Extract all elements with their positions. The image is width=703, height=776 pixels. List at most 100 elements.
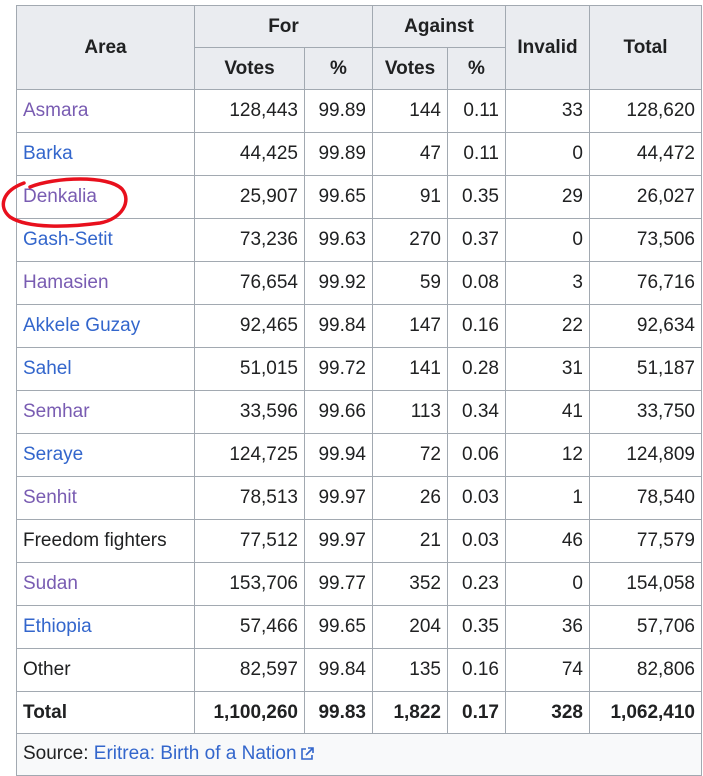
area-name[interactable]: Ethiopia <box>23 616 92 637</box>
area-name[interactable]: Barka <box>23 143 73 164</box>
area-name[interactable]: Senhit <box>23 487 77 508</box>
source-link[interactable]: Eritrea: Birth of a Nation <box>94 743 297 764</box>
table-row: Denkalia 25,907 99.65 91 0.35 29 26,027 <box>16 175 702 219</box>
total-cell: 73,506 <box>589 218 702 262</box>
against-votes-cell: 204 <box>372 605 448 649</box>
area-cell: Semhar <box>16 390 195 434</box>
against-votes-cell: 144 <box>372 89 448 133</box>
source-cell: Source: Eritrea: Birth of a Nation <box>16 733 702 776</box>
table-row: Other 82,597 99.84 135 0.16 74 82,806 <box>16 648 702 692</box>
for-pct-cell: 99.89 <box>304 132 373 176</box>
area-name[interactable]: Seraye <box>23 444 83 465</box>
for-pct-cell: 99.72 <box>304 347 373 391</box>
area-cell: Gash-Setit <box>16 218 195 262</box>
totals-against-pct: 0.17 <box>447 691 506 734</box>
totals-row: Total 1,100,260 99.83 1,822 0.17 328 1,0… <box>16 691 702 734</box>
area-name[interactable]: Asmara <box>23 100 88 121</box>
header-area: Area <box>16 5 195 90</box>
against-pct-cell: 0.28 <box>447 347 506 391</box>
for-votes-cell: 51,015 <box>194 347 305 391</box>
against-pct-cell: 0.16 <box>447 648 506 692</box>
header-for: For <box>194 5 373 48</box>
total-cell: 92,634 <box>589 304 702 348</box>
area-cell: Seraye <box>16 433 195 477</box>
against-votes-cell: 72 <box>372 433 448 477</box>
table-row: Akkele Guzay 92,465 99.84 147 0.16 22 92,634 <box>16 304 702 348</box>
area-cell: Asmara <box>16 89 195 133</box>
against-pct-cell: 0.16 <box>447 304 506 348</box>
for-votes-cell: 44,425 <box>194 132 305 176</box>
total-cell: 57,706 <box>589 605 702 649</box>
for-votes-cell: 73,236 <box>194 218 305 262</box>
external-link-icon <box>300 745 314 767</box>
area-name[interactable]: Hamasien <box>23 272 109 293</box>
invalid-cell: 12 <box>505 433 590 477</box>
for-votes-cell: 124,725 <box>194 433 305 477</box>
area-cell: Denkalia <box>16 175 195 219</box>
invalid-cell: 31 <box>505 347 590 391</box>
for-pct-cell: 99.84 <box>304 648 373 692</box>
against-votes-cell: 352 <box>372 562 448 606</box>
for-votes-cell: 25,907 <box>194 175 305 219</box>
against-votes-cell: 26 <box>372 476 448 520</box>
totals-total: 1,062,410 <box>589 691 702 734</box>
total-cell: 33,750 <box>589 390 702 434</box>
against-votes-cell: 113 <box>372 390 448 434</box>
invalid-cell: 1 <box>505 476 590 520</box>
against-votes-cell: 47 <box>372 132 448 176</box>
for-pct-cell: 99.89 <box>304 89 373 133</box>
totals-against-votes: 1,822 <box>372 691 448 734</box>
area-name: Other <box>23 659 71 680</box>
total-cell: 26,027 <box>589 175 702 219</box>
for-pct-cell: 99.77 <box>304 562 373 606</box>
for-pct-cell: 99.63 <box>304 218 373 262</box>
area-name[interactable]: Akkele Guzay <box>23 315 140 336</box>
header-invalid: Invalid <box>505 5 590 90</box>
area-cell: Other <box>16 648 195 692</box>
for-votes-cell: 57,466 <box>194 605 305 649</box>
against-pct-cell: 0.37 <box>447 218 506 262</box>
total-cell: 128,620 <box>589 89 702 133</box>
invalid-cell: 22 <box>505 304 590 348</box>
invalid-cell: 41 <box>505 390 590 434</box>
area-name[interactable]: Sahel <box>23 358 72 379</box>
total-cell: 124,809 <box>589 433 702 477</box>
against-pct-cell: 0.03 <box>447 476 506 520</box>
table-row: Sudan 153,706 99.77 352 0.23 0 154,058 <box>16 562 702 606</box>
area-name[interactable]: Semhar <box>23 401 90 422</box>
invalid-cell: 46 <box>505 519 590 563</box>
header-for-pct: % <box>304 47 373 90</box>
area-cell: Ethiopia <box>16 605 195 649</box>
against-pct-cell: 0.03 <box>447 519 506 563</box>
total-cell: 154,058 <box>589 562 702 606</box>
for-votes-cell: 76,654 <box>194 261 305 305</box>
against-pct-cell: 0.08 <box>447 261 506 305</box>
source-label: Source: <box>23 742 94 764</box>
invalid-cell: 0 <box>505 562 590 606</box>
area-name[interactable]: Gash-Setit <box>23 229 113 250</box>
for-pct-cell: 99.92 <box>304 261 373 305</box>
against-pct-cell: 0.11 <box>447 89 506 133</box>
for-pct-cell: 99.65 <box>304 175 373 219</box>
table-row: Semhar 33,596 99.66 113 0.34 41 33,750 <box>16 390 702 434</box>
total-cell: 51,187 <box>589 347 702 391</box>
area-name[interactable]: Denkalia <box>23 186 97 207</box>
invalid-cell: 0 <box>505 218 590 262</box>
for-votes-cell: 33,596 <box>194 390 305 434</box>
for-pct-cell: 99.84 <box>304 304 373 348</box>
against-pct-cell: 0.35 <box>447 175 506 219</box>
table-row: Asmara 128,443 99.89 144 0.11 33 128,620 <box>16 89 702 133</box>
totals-for-pct: 99.83 <box>304 691 373 734</box>
invalid-cell: 0 <box>505 132 590 176</box>
against-votes-cell: 21 <box>372 519 448 563</box>
area-cell: Senhit <box>16 476 195 520</box>
area-name: Freedom fighters <box>23 530 167 551</box>
for-votes-cell: 153,706 <box>194 562 305 606</box>
against-pct-cell: 0.06 <box>447 433 506 477</box>
total-cell: 44,472 <box>589 132 702 176</box>
area-cell: Sudan <box>16 562 195 606</box>
for-pct-cell: 99.97 <box>304 476 373 520</box>
area-name[interactable]: Sudan <box>23 573 78 594</box>
totals-label: Total <box>16 691 195 734</box>
source-row: Source: Eritrea: Birth of a Nation <box>16 733 702 776</box>
